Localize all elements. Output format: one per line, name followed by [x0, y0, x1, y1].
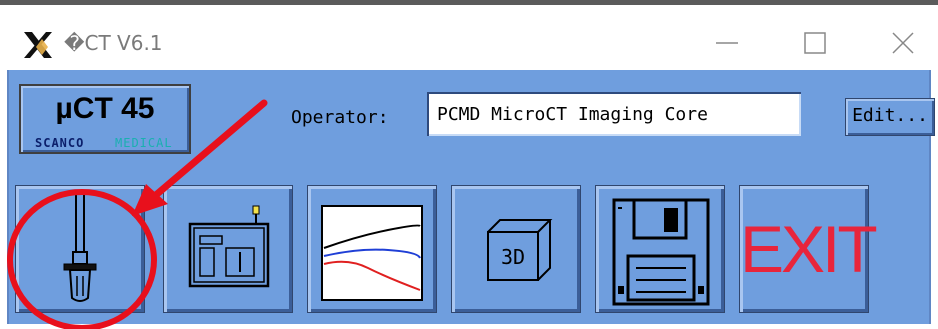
application-window: �CT V6.1 µCT 45 SCANCO MEDICAL Operator:…	[0, 0, 938, 329]
evaluation-graph-button[interactable]	[307, 185, 437, 313]
graph-icon	[321, 205, 423, 301]
main-panel: µCT 45 SCANCO MEDICAL Operator: Edit...	[7, 70, 935, 324]
minimize-icon[interactable]	[702, 23, 752, 63]
sample-holder-icon	[63, 192, 97, 302]
scanner-button[interactable]	[163, 185, 293, 313]
scanco-logo: µCT 45 SCANCO MEDICAL	[19, 84, 191, 154]
3d-button[interactable]: 3D	[451, 185, 581, 313]
operator-label: Operator:	[291, 107, 389, 128]
floppy-disk-icon	[612, 198, 710, 306]
3d-cube-icon: 3D	[487, 219, 553, 281]
svg-text:3D: 3D	[501, 245, 525, 269]
logo-title: µCT 45	[55, 92, 155, 125]
x-logo-icon	[24, 32, 52, 58]
exit-label: EXIT	[740, 212, 878, 286]
sample-holder-button[interactable]	[15, 185, 145, 313]
window-title: �CT V6.1	[64, 31, 163, 55]
logo-medical-text: MEDICAL	[115, 136, 173, 150]
maximize-icon[interactable]	[790, 23, 840, 63]
exit-button[interactable]: EXIT	[739, 185, 878, 313]
save-button[interactable]	[595, 185, 725, 313]
operator-field[interactable]	[427, 92, 801, 136]
edit-button[interactable]: Edit...	[845, 98, 935, 136]
close-icon[interactable]	[878, 23, 928, 63]
logo-scanco-text: SCANCO	[35, 136, 85, 150]
scanner-icon	[188, 205, 270, 288]
title-bar: �CT V6.1	[0, 0, 938, 70]
